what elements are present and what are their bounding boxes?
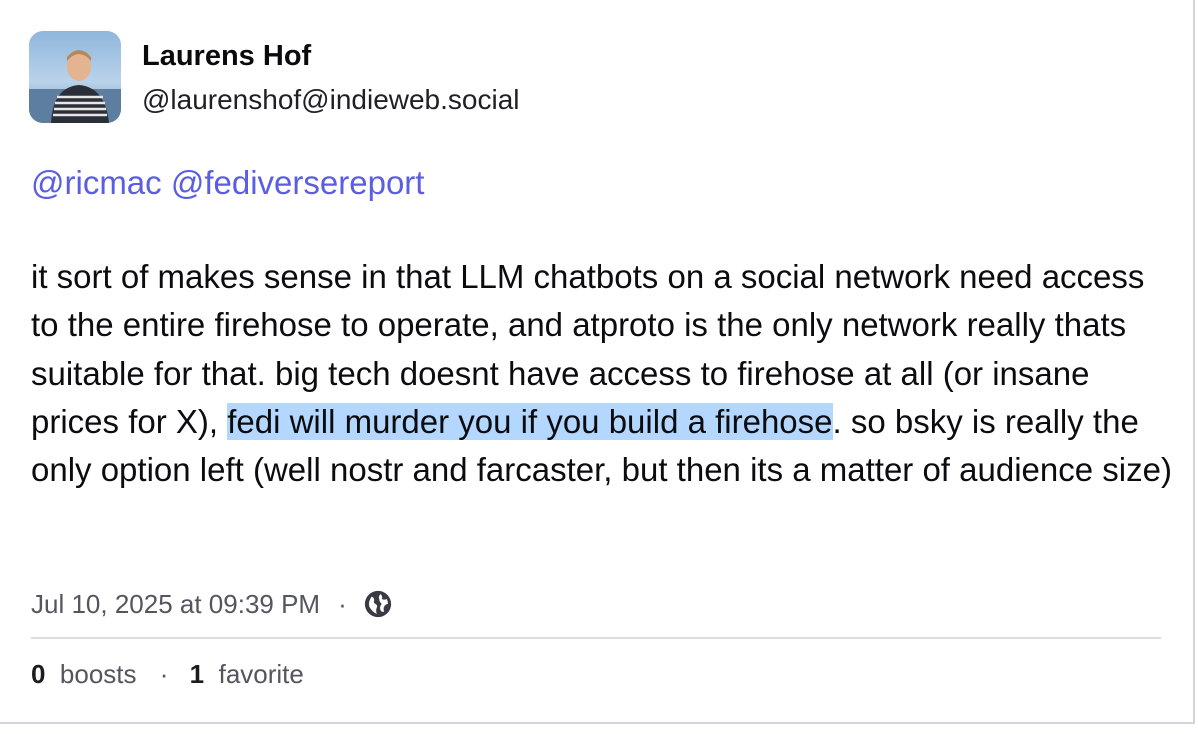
- post-text-selection: fedi will murder you if you build a fire…: [227, 402, 833, 440]
- author-avatar[interactable]: [29, 31, 121, 123]
- stats-separator: ·: [159, 659, 169, 689]
- boosts-stat[interactable]: 0 boosts: [31, 659, 137, 689]
- meta-separator: ·: [338, 589, 347, 619]
- boosts-label: boosts: [59, 659, 137, 689]
- favorites-label: favorite: [218, 659, 304, 689]
- mention-ricmac[interactable]: @ricmac: [31, 164, 162, 201]
- author-handle[interactable]: @laurenshof@indieweb.social: [142, 82, 520, 118]
- boosts-count: 0: [31, 659, 46, 689]
- mention-fediversereport[interactable]: @fediversereport: [171, 164, 425, 201]
- post-mentions: @ricmac @fediversereport: [31, 163, 424, 203]
- post-stats: 0 boosts · 1 favorite: [31, 656, 304, 692]
- post-timestamp[interactable]: Jul 10, 2025 at 09:39 PM: [31, 586, 320, 622]
- post-meta: Jul 10, 2025 at 09:39 PM ·: [31, 586, 393, 622]
- globe-icon[interactable]: [363, 589, 393, 619]
- post-card: Laurens Hof @laurenshof@indieweb.social …: [0, 0, 1195, 724]
- post-text: it sort of makes sense in that LLM chatb…: [31, 253, 1176, 494]
- favorites-stat[interactable]: 1 favorite: [190, 659, 304, 689]
- divider: [31, 637, 1161, 639]
- favorites-count: 1: [189, 659, 205, 689]
- author-display-name[interactable]: Laurens Hof: [142, 38, 311, 74]
